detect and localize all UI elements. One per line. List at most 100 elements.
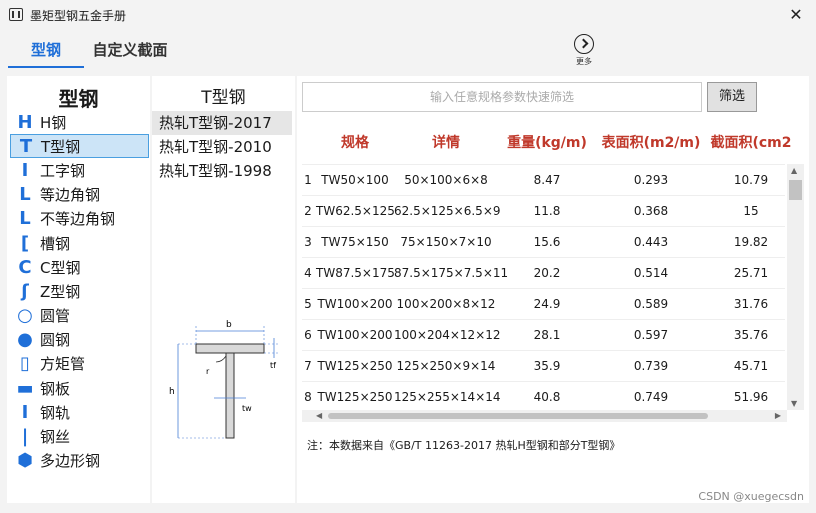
rect-tube-icon: ▯ <box>20 353 30 375</box>
category-item[interactable]: L 等边角钢 <box>10 183 149 207</box>
standard-heading: T型钢 <box>201 88 246 108</box>
i-beam-icon: I <box>21 159 29 181</box>
table-cell: TW87.5×175 <box>316 266 395 280</box>
category-item[interactable]: ● 圆钢 <box>10 328 149 352</box>
tab-custom-section[interactable]: 自定义截面 <box>88 34 172 66</box>
table-row[interactable]: 1 TW50×100 50×100×6×8 8.47 0.293 10.79 <box>302 164 785 195</box>
table-cell: 50×100×6×8 <box>404 173 488 187</box>
row-number: 2 <box>304 204 312 218</box>
table-row[interactable]: 6 TW100×200 100×204×12×12 28.1 0.597 35.76 <box>302 319 785 350</box>
column-header[interactable]: 重量(kg/m) <box>498 122 596 164</box>
table-cell: 0.368 <box>633 204 669 218</box>
table-cell: 100×204×12×12 <box>394 328 501 342</box>
category-item[interactable]: [槽钢 <box>10 231 149 255</box>
more-button[interactable]: 更多 <box>571 34 597 67</box>
angle-icon: L <box>19 184 31 206</box>
data-table: 规格 详情 重量(kg/m) 表面积(m2/m) 截面积(cm2 1 TW50×1… <box>302 122 804 422</box>
category-item-label: 圆管 <box>40 307 71 326</box>
table-cell: 0.597 <box>633 328 669 342</box>
category-item[interactable]: ʃ Z型钢 <box>10 279 149 303</box>
main-tabs: 型钢 自定义截面 更多 <box>0 34 816 68</box>
table-cell: 11.8 <box>533 204 561 218</box>
horizontal-scrollbar[interactable]: ◀ ▶ <box>302 410 787 422</box>
dim-r-label: r <box>206 367 210 376</box>
standard-item[interactable]: 热轧T型钢-1998 <box>152 159 292 183</box>
standard-item[interactable]: 热轧T型钢-2010 <box>152 135 292 159</box>
search-input[interactable]: 输入任意规格参数快速筛选 <box>302 82 702 112</box>
column-header[interactable]: 截面积(cm2 <box>706 122 796 164</box>
scroll-left-icon[interactable]: ◀ <box>316 410 322 422</box>
category-item-label: 多边形钢 <box>40 452 101 471</box>
table-row[interactable]: 2 TW62.5×125 62.5×125×6.5×9 11.8 0.368 15 <box>302 195 785 226</box>
channel-icon: [ <box>20 232 30 254</box>
category-item[interactable]: L 不等边角钢 <box>10 207 149 231</box>
category-item-label: T型钢 <box>41 137 81 156</box>
standard-item[interactable]: 热轧T型钢-2017 <box>152 111 292 135</box>
category-item-label: 钢丝 <box>40 428 71 447</box>
category-item[interactable]: I 钢轨 <box>10 400 149 424</box>
tab-steel[interactable]: 型钢 <box>8 34 84 68</box>
unequal-angle-icon: L <box>19 208 31 230</box>
table-header: 规格 详情 重量(kg/m) 表面积(m2/m) 截面积(cm2 <box>302 122 804 164</box>
category-item[interactable]: ▯ 方矩管 <box>10 352 149 376</box>
vertical-scrollbar[interactable]: ▲ ▼ <box>787 164 804 410</box>
category-item[interactable]: C C型钢 <box>10 255 149 279</box>
dim-b-label: b <box>226 320 232 330</box>
more-label: 更多 <box>576 57 592 66</box>
table-cell: TW75×150 <box>321 235 389 249</box>
category-item[interactable]: ⬢ 多边形钢 <box>10 449 149 473</box>
row-number: 4 <box>304 266 312 280</box>
scroll-right-icon[interactable]: ▶ <box>775 410 781 422</box>
column-header[interactable]: 详情 <box>394 122 498 164</box>
category-item[interactable]: T T型钢 <box>10 134 149 159</box>
category-item[interactable]: ○ 圆管 <box>10 304 149 328</box>
category-item[interactable]: I 工字钢 <box>10 158 149 182</box>
watermark: CSDN @xuegecsdn <box>698 490 804 503</box>
column-header[interactable]: 表面积(m2/m) <box>596 122 706 164</box>
category-heading: 型钢 <box>58 87 99 111</box>
row-number: 5 <box>304 297 312 311</box>
category-item[interactable]: ▬ 钢板 <box>10 376 149 400</box>
close-button[interactable]: ✕ <box>776 0 816 30</box>
filter-button[interactable]: 筛选 <box>707 82 757 112</box>
table-cell: 87.5×175×7.5×11 <box>394 266 509 280</box>
app-icon <box>9 8 23 21</box>
category-item-label: 不等边角钢 <box>40 210 116 229</box>
source-note: 注：本数据来自《GB/T 11263-2017 热轧H型钢和部分T型钢》 <box>307 439 621 452</box>
category-item-label: 等边角钢 <box>40 186 101 205</box>
table-cell: TW100×200 <box>317 328 393 342</box>
table-row[interactable]: 8 TW125×250 125×255×14×14 40.8 0.749 51.96 <box>302 381 785 412</box>
table-row[interactable]: 7 TW125×250 125×250×9×14 35.9 0.739 45.71 <box>302 350 785 381</box>
table-cell: 62.5×125×6.5×9 <box>394 204 501 218</box>
table-row[interactable]: 3 TW75×150 75×150×7×10 15.6 0.443 19.82 <box>302 226 785 257</box>
table-cell: 0.739 <box>633 359 669 373</box>
category-item[interactable]: | 钢丝 <box>10 424 149 448</box>
wire-icon: | <box>21 426 29 448</box>
category-panel: 型钢 H H钢 T T型钢 I 工字钢 L 等边角钢 L 不等边角钢 [槽钢 C C型钢 ʃ Z型钢 ○ 圆管 ●… <box>7 76 150 503</box>
row-number: 6 <box>304 328 312 342</box>
table-cell: 75×150×7×10 <box>400 235 492 249</box>
scroll-up-icon[interactable]: ▲ <box>791 166 797 175</box>
scroll-thumb[interactable] <box>328 413 708 419</box>
table-cell: 51.96 <box>733 390 769 404</box>
rail-icon: I <box>21 401 29 423</box>
round-bar-icon: ● <box>17 329 33 351</box>
row-number: 1 <box>304 173 312 187</box>
table-cell: 19.82 <box>733 235 769 249</box>
scroll-thumb[interactable] <box>789 180 802 200</box>
table-cell: 0.293 <box>633 173 669 187</box>
table-row[interactable]: 4 TW87.5×175 87.5×175×7.5×11 20.2 0.514 25.71 <box>302 257 785 288</box>
table-row[interactable]: 5 TW100×200 100×200×8×12 24.9 0.589 31.76 <box>302 288 785 319</box>
category-item-label: H钢 <box>40 113 67 132</box>
z-section-icon: ʃ <box>21 280 29 302</box>
scroll-down-icon[interactable]: ▼ <box>791 399 797 408</box>
dim-h-label: h <box>169 387 175 397</box>
column-header[interactable]: 规格 <box>316 122 394 164</box>
category-item-label: 方矩管 <box>40 355 86 374</box>
table-cell: 15 <box>743 204 759 218</box>
c-section-icon: C <box>18 256 32 278</box>
table-cell: 28.1 <box>533 328 561 342</box>
category-item[interactable]: H H钢 <box>10 110 149 134</box>
table-cell: TW50×100 <box>321 173 389 187</box>
chevron-right-circle-icon <box>574 34 594 54</box>
